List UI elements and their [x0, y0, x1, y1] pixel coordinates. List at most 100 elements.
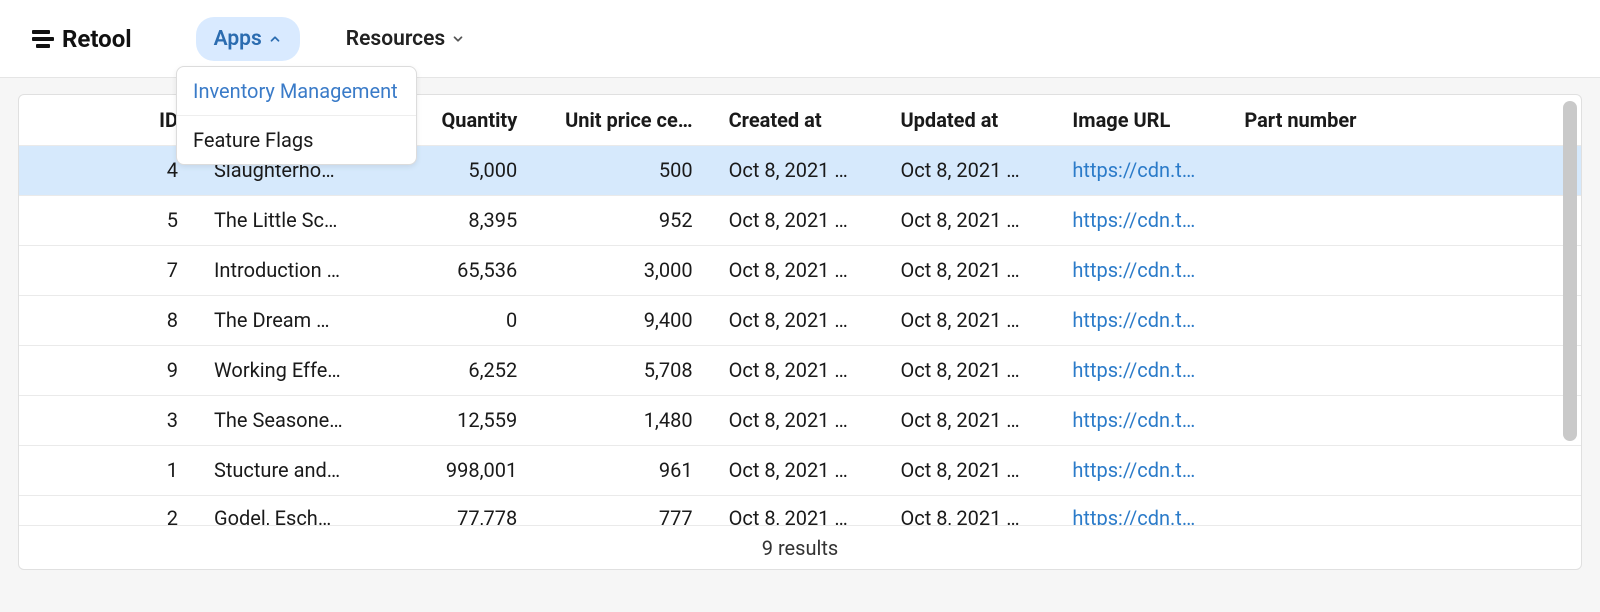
image-url-link[interactable]: https://cdn.t… — [1072, 408, 1195, 432]
image-url-link[interactable]: https://cdn.t… — [1072, 358, 1195, 382]
cell-name: The Seasone… — [200, 395, 381, 445]
cell-quantity: 77,778 — [381, 495, 539, 525]
cell-part-number — [1230, 445, 1581, 495]
cell-part-number — [1230, 395, 1581, 445]
cell-image-url: https://cdn.t… — [1058, 495, 1230, 525]
table-row[interactable]: 5The Little Sc…8,395952Oct 8, 2021 …Oct … — [19, 195, 1581, 245]
cell-name: The Dream … — [200, 295, 381, 345]
cell-image-url: https://cdn.t… — [1058, 145, 1230, 195]
vertical-scrollbar[interactable] — [1563, 101, 1577, 441]
cell-created-at: Oct 8, 2021 … — [715, 395, 887, 445]
cell-id: 2 — [19, 495, 200, 525]
cell-image-url: https://cdn.t… — [1058, 445, 1230, 495]
cell-image-url: https://cdn.t… — [1058, 295, 1230, 345]
data-table: ID Name Quantity Unit price ce… Created … — [18, 94, 1582, 570]
chevron-up-icon — [268, 32, 282, 46]
cell-id: 3 — [19, 395, 200, 445]
cell-quantity: 6,252 — [381, 345, 539, 395]
dropdown-item-feature-flags[interactable]: Feature Flags — [177, 116, 416, 164]
nav-resources-label: Resources — [346, 27, 445, 51]
cell-created-at: Oct 8, 2021 … — [715, 495, 887, 525]
cell-image-url: https://cdn.t… — [1058, 395, 1230, 445]
cell-unit-price: 3,000 — [539, 245, 714, 295]
nav-resources[interactable]: Resources — [328, 17, 483, 61]
cell-created-at: Oct 8, 2021 … — [715, 295, 887, 345]
top-nav: Apps Resources — [196, 17, 484, 61]
cell-updated-at: Oct 8, 2021 … — [887, 395, 1059, 445]
cell-part-number — [1230, 295, 1581, 345]
brand-name: Retool — [62, 25, 132, 53]
cell-updated-at: Oct 8, 2021 … — [887, 345, 1059, 395]
table-row[interactable]: 2Godel, Esch…77,778777Oct 8, 2021 …Oct 8… — [19, 495, 1581, 525]
col-header-updated-at[interactable]: Updated at — [887, 95, 1059, 145]
nav-apps-label: Apps — [214, 27, 262, 51]
cell-quantity: 8,395 — [381, 195, 539, 245]
cell-part-number — [1230, 345, 1581, 395]
cell-name: Working Effe… — [200, 345, 381, 395]
cell-updated-at: Oct 8, 2021 … — [887, 145, 1059, 195]
cell-updated-at: Oct 8, 2021 … — [887, 295, 1059, 345]
table-row[interactable]: 3The Seasone…12,5591,480Oct 8, 2021 …Oct… — [19, 395, 1581, 445]
col-header-id[interactable]: ID — [19, 95, 200, 145]
cell-updated-at: Oct 8, 2021 … — [887, 195, 1059, 245]
cell-unit-price: 500 — [539, 145, 714, 195]
cell-image-url: https://cdn.t… — [1058, 245, 1230, 295]
cell-created-at: Oct 8, 2021 … — [715, 195, 887, 245]
dropdown-item-inventory[interactable]: Inventory Management — [177, 67, 416, 116]
cell-id: 7 — [19, 245, 200, 295]
table-row[interactable]: 9Working Effe…6,2525,708Oct 8, 2021 …Oct… — [19, 345, 1581, 395]
cell-id: 4 — [19, 145, 200, 195]
cell-unit-price: 9,400 — [539, 295, 714, 345]
nav-apps[interactable]: Apps — [196, 17, 300, 61]
table-row[interactable]: 1Stucture and…998,001961Oct 8, 2021 …Oct… — [19, 445, 1581, 495]
cell-name: The Little Sc… — [200, 195, 381, 245]
table-row[interactable]: 8The Dream …09,400Oct 8, 2021 …Oct 8, 20… — [19, 295, 1581, 345]
cell-part-number — [1230, 145, 1581, 195]
cell-quantity: 0 — [381, 295, 539, 345]
image-url-link[interactable]: https://cdn.t… — [1072, 208, 1195, 232]
cell-unit-price: 952 — [539, 195, 714, 245]
chevron-down-icon — [451, 32, 465, 46]
table-row[interactable]: 7Introduction …65,5363,000Oct 8, 2021 …O… — [19, 245, 1581, 295]
image-url-link[interactable]: https://cdn.t… — [1072, 308, 1195, 332]
cell-unit-price: 1,480 — [539, 395, 714, 445]
cell-part-number — [1230, 495, 1581, 525]
cell-created-at: Oct 8, 2021 … — [715, 145, 887, 195]
cell-part-number — [1230, 195, 1581, 245]
cell-id: 8 — [19, 295, 200, 345]
brand-logo[interactable]: Retool — [32, 25, 132, 53]
cell-unit-price: 777 — [539, 495, 714, 525]
image-url-link[interactable]: https://cdn.t… — [1072, 506, 1195, 526]
col-header-image-url[interactable]: Image URL — [1058, 95, 1230, 145]
cell-image-url: https://cdn.t… — [1058, 195, 1230, 245]
cell-name: Godel, Esch… — [200, 495, 381, 525]
cell-id: 9 — [19, 345, 200, 395]
col-header-part-number[interactable]: Part number — [1230, 95, 1581, 145]
cell-updated-at: Oct 8, 2021 … — [887, 245, 1059, 295]
cell-id: 1 — [19, 445, 200, 495]
cell-created-at: Oct 8, 2021 … — [715, 445, 887, 495]
cell-part-number — [1230, 245, 1581, 295]
cell-quantity: 998,001 — [381, 445, 539, 495]
cell-quantity: 65,536 — [381, 245, 539, 295]
cell-id: 5 — [19, 195, 200, 245]
cell-name: Introduction … — [200, 245, 381, 295]
cell-quantity: 12,559 — [381, 395, 539, 445]
col-header-unit-price[interactable]: Unit price ce… — [539, 95, 714, 145]
cell-image-url: https://cdn.t… — [1058, 345, 1230, 395]
topbar: Retool Apps Resources Inventory Manageme… — [0, 0, 1600, 78]
cell-updated-at: Oct 8, 2021 … — [887, 495, 1059, 525]
cell-name: Stucture and… — [200, 445, 381, 495]
cell-unit-price: 961 — [539, 445, 714, 495]
table-footer: 9 results — [19, 525, 1581, 569]
apps-dropdown: Inventory Management Feature Flags — [176, 66, 417, 165]
cell-updated-at: Oct 8, 2021 … — [887, 445, 1059, 495]
image-url-link[interactable]: https://cdn.t… — [1072, 158, 1195, 182]
image-url-link[interactable]: https://cdn.t… — [1072, 258, 1195, 282]
cell-unit-price: 5,708 — [539, 345, 714, 395]
image-url-link[interactable]: https://cdn.t… — [1072, 458, 1195, 482]
cell-created-at: Oct 8, 2021 … — [715, 245, 887, 295]
cell-created-at: Oct 8, 2021 … — [715, 345, 887, 395]
col-header-created-at[interactable]: Created at — [715, 95, 887, 145]
retool-logo-icon — [32, 28, 54, 50]
